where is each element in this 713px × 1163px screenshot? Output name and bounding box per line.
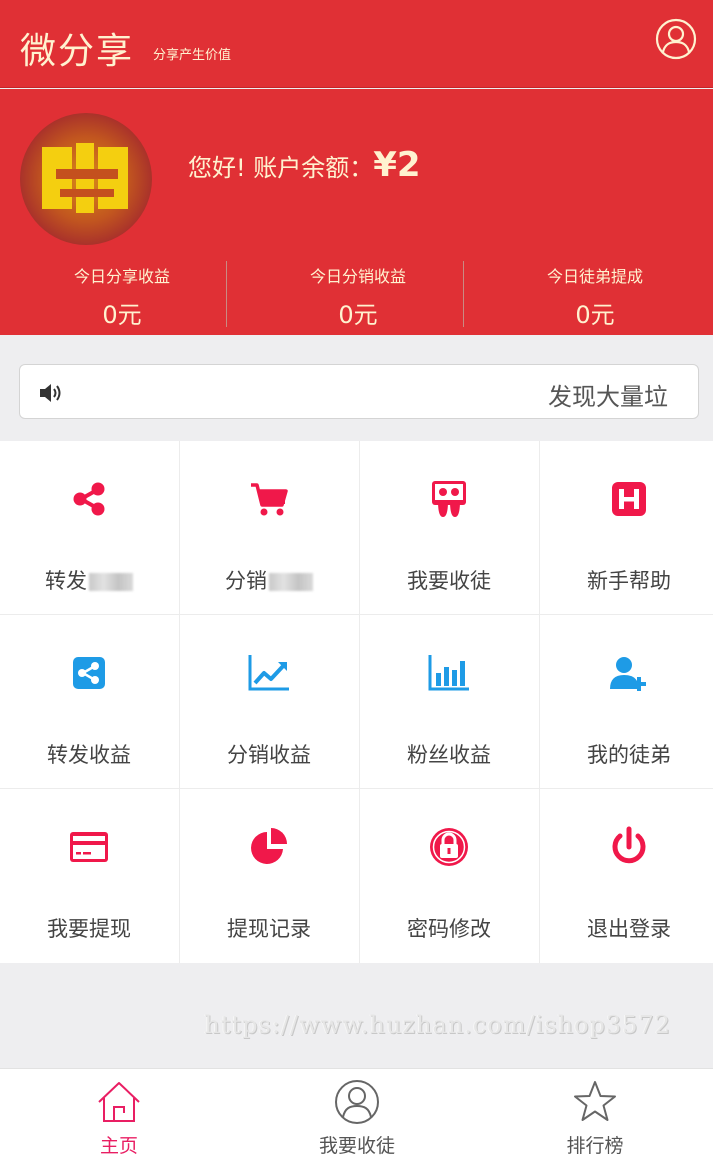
app-title: 微分享: [20, 31, 135, 72]
today-stats: 今日分享收益 0元 今日分销收益 0元 今日徒弟提成 0元: [0, 259, 713, 329]
menu-label: 粉丝收益: [407, 743, 491, 767]
notice-bar[interactable]: 发现大量垃: [19, 364, 699, 419]
share-icon: [73, 482, 105, 516]
menu-forward-income[interactable]: 转发收益: [0, 615, 178, 788]
credit-card-icon: [70, 832, 108, 862]
menu-withdraw[interactable]: 我要提现: [0, 789, 178, 962]
share-square-icon: [73, 657, 105, 689]
stat-divider: [226, 261, 227, 327]
menu-recruit[interactable]: 我要收徒: [360, 441, 538, 614]
menu-forward[interactable]: 转发: [0, 441, 178, 614]
menu-label: 我要提现: [47, 917, 131, 941]
tab-home[interactable]: 主页: [0, 1069, 238, 1163]
menu-label: 密码修改: [407, 917, 491, 941]
menu-label: 我的徒弟: [587, 743, 671, 767]
watermark: https://www.huzhan.com/ishop3572: [204, 1011, 671, 1039]
stat-divider: [463, 261, 464, 327]
stat-share-income: 今日分享收益 0元: [4, 259, 240, 329]
profile-panel: 您好! 账户余额：¥2 今日分享收益 0元 今日分销收益 0元 今日徒弟提成 0…: [0, 89, 713, 335]
menu-logout[interactable]: 退出登录: [540, 789, 713, 962]
menu-label: 分销收益: [227, 743, 311, 767]
stat-value: 0元: [575, 301, 615, 329]
avatar[interactable]: [20, 113, 152, 245]
menu-fans-income[interactable]: 粉丝收益: [360, 615, 538, 788]
speaker-icon: [40, 384, 61, 402]
home-icon: [98, 1082, 140, 1122]
user-circle-icon[interactable]: [655, 18, 697, 60]
star-icon: [574, 1081, 616, 1121]
stat-value: 0元: [102, 301, 142, 329]
stat-label: 今日徒弟提成: [546, 267, 643, 286]
pie-chart-icon: [251, 828, 287, 864]
presenter-icon: [432, 481, 466, 517]
user-circle-icon: [335, 1080, 379, 1124]
bar-chart-icon: [428, 655, 469, 691]
menu-label: 我要收徒: [407, 569, 491, 593]
menu-distribution-income[interactable]: 分销收益: [180, 615, 358, 788]
lock-icon: [430, 828, 468, 866]
tab-label: 我要收徒: [318, 1135, 395, 1157]
menu-label: 提现记录: [227, 917, 311, 941]
menu-withdraw-records[interactable]: 提现记录: [180, 789, 358, 962]
menu-help[interactable]: 新手帮助: [540, 441, 713, 614]
cart-icon: [251, 483, 288, 516]
stat-label: 今日分享收益: [73, 267, 170, 286]
line-chart-icon: [248, 655, 289, 691]
stat-label: 今日分销收益: [309, 267, 406, 286]
help-h-icon: [612, 482, 646, 516]
menu-change-password[interactable]: 密码修改: [360, 789, 538, 962]
stat-apprentice-commission: 今日徒弟提成 0元: [477, 259, 713, 329]
power-icon: [612, 826, 646, 864]
menu-label: 转发: [45, 569, 87, 593]
tab-label: 主页: [99, 1135, 138, 1157]
user-plus-icon: [610, 657, 646, 691]
app-header: 微分享 分享产生价值: [0, 0, 713, 88]
menu-distribution[interactable]: 分销: [180, 441, 358, 614]
tab-ranking[interactable]: 排行榜: [476, 1069, 713, 1163]
menu-label: 转发收益: [47, 743, 131, 767]
menu-label: 新手帮助: [587, 569, 671, 593]
app-subtitle: 分享产生价值: [153, 48, 232, 63]
notice-text: 发现大量垃: [548, 383, 668, 411]
stat-value: 0元: [338, 301, 378, 329]
menu-grid: 转发 分销 我要收徒 新手帮助 转发收益 分销收益 粉丝收益 我的徒弟 我要提现…: [0, 441, 713, 963]
balance-greeting: 您好! 账户余额：¥2: [188, 145, 421, 185]
balance-amount: ¥2: [373, 145, 421, 185]
menu-my-apprentices[interactable]: 我的徒弟: [540, 615, 713, 788]
tab-label: 排行榜: [566, 1135, 624, 1157]
menu-label: 分销: [225, 569, 267, 593]
bottom-tab-bar: 主页 我要收徒 排行榜: [0, 1068, 713, 1163]
greeting-text: 您好! 账户余额：: [188, 154, 374, 182]
tab-recruit[interactable]: 我要收徒: [238, 1069, 476, 1163]
menu-label: 退出登录: [587, 917, 671, 941]
stat-distribution-income: 今日分销收益 0元: [240, 259, 476, 329]
